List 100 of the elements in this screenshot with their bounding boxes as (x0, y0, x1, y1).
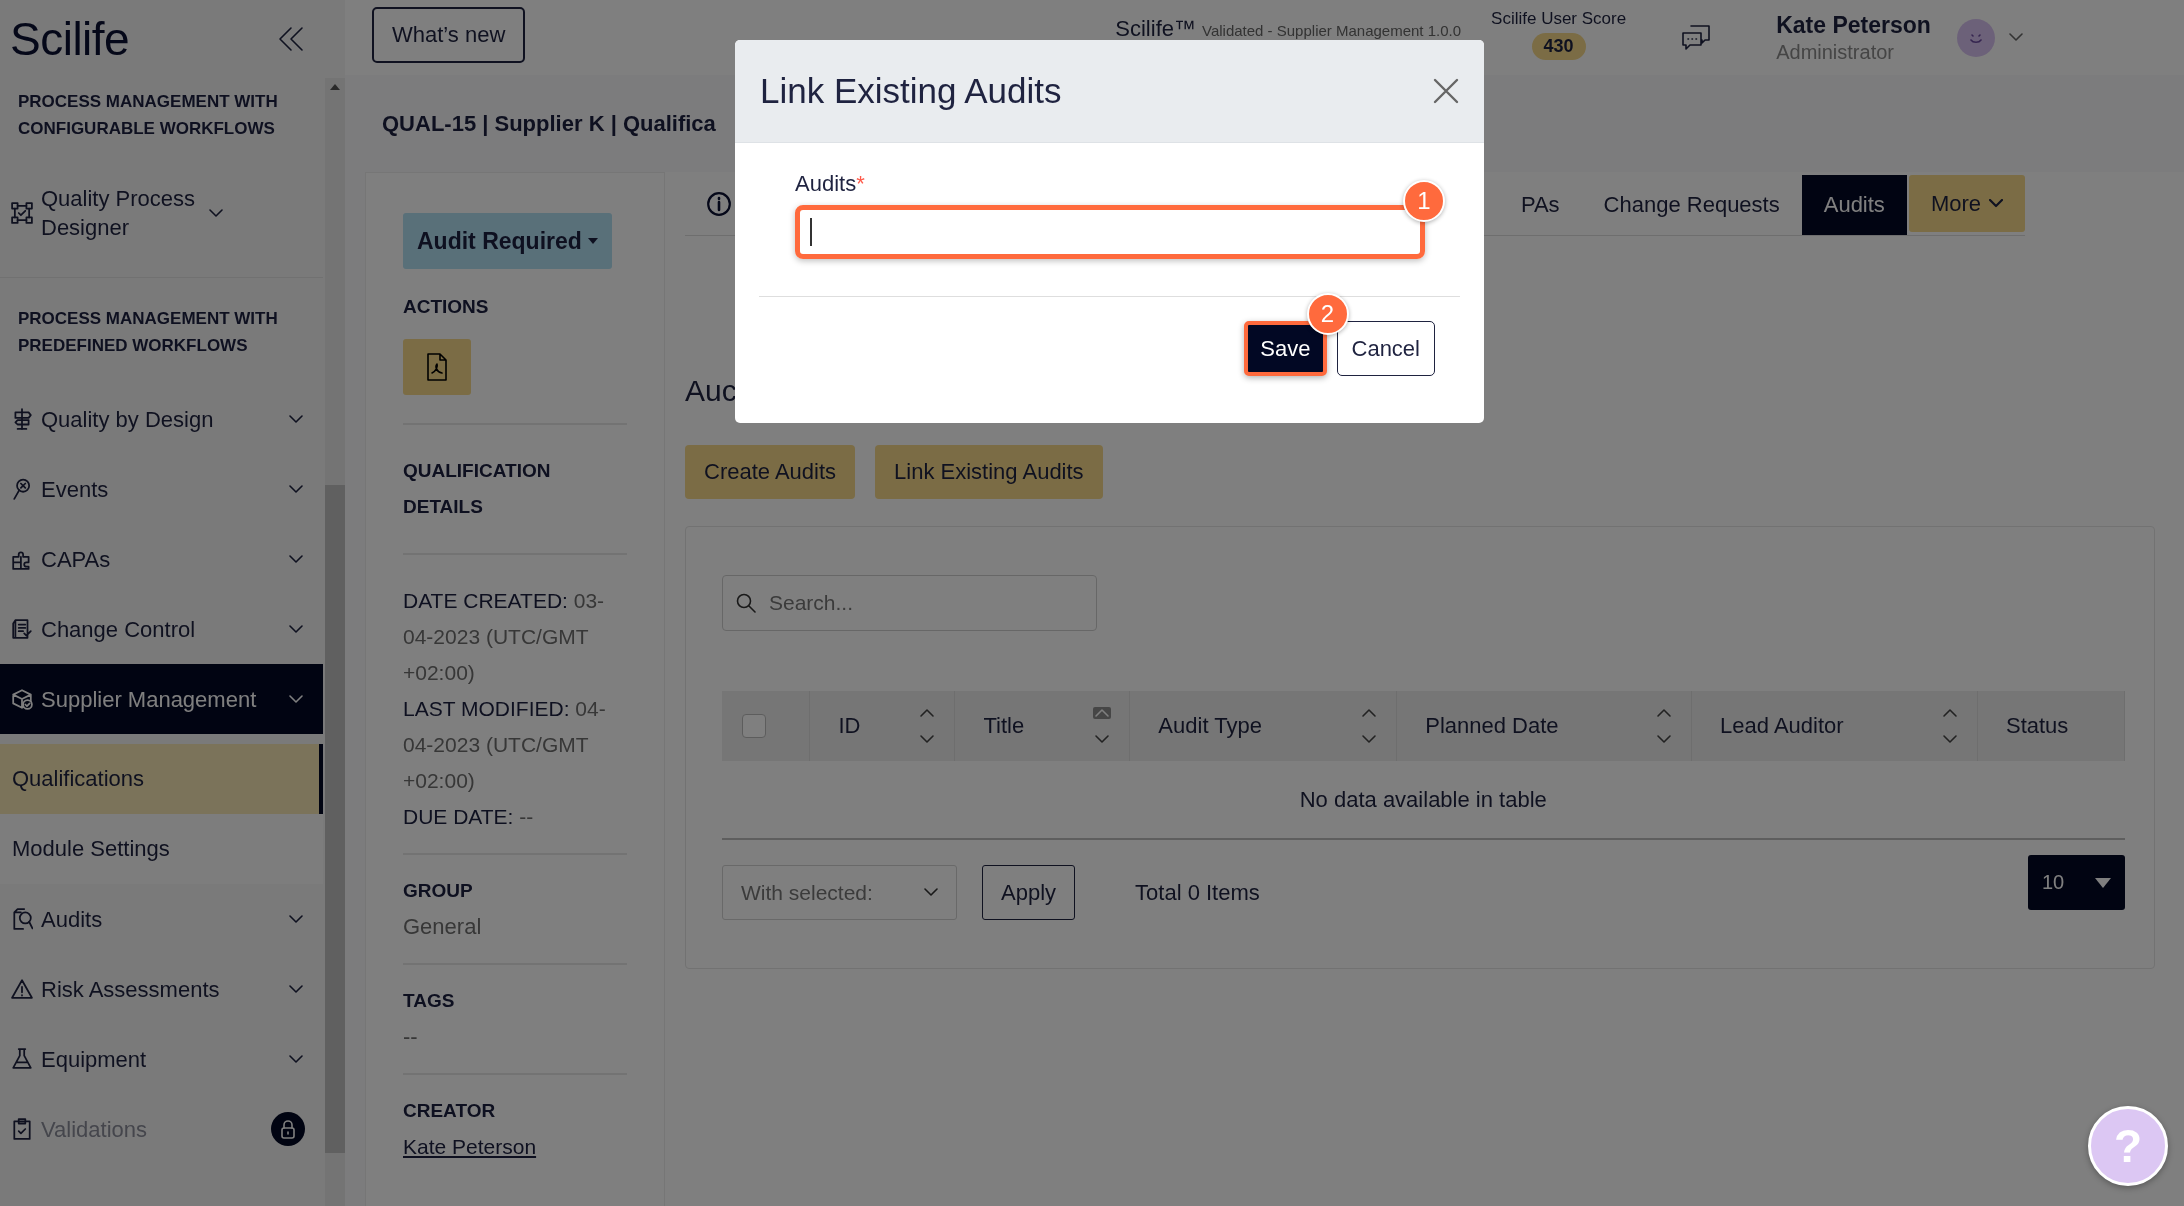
field-label: GROUP (403, 879, 474, 903)
field-label: TAGS (403, 989, 456, 1013)
user-role: Administrator (1776, 40, 1895, 64)
sort-control[interactable] (1360, 707, 1379, 745)
chevron-down-icon (289, 484, 303, 494)
field-value: -- (403, 1023, 419, 1051)
sort-up-icon (1655, 707, 1674, 719)
field-label: CREATOR (403, 1099, 497, 1123)
detail-field: DATE CREATED: 03-04-2023 (UTC/GMT +02:00) (403, 583, 627, 691)
chevron-down-icon (289, 984, 303, 994)
document-icon (11, 618, 33, 640)
scroll-up-icon (330, 84, 340, 90)
sort-up-icon (1360, 707, 1379, 719)
select-all-checkbox[interactable] (742, 714, 766, 738)
chat-icon (1681, 23, 1712, 52)
creator-link[interactable]: Kate Peterson (403, 1135, 537, 1158)
bulk-action-dropdown[interactable]: With selected: (722, 865, 957, 920)
sidebar-item[interactable]: Equipment (0, 1024, 323, 1094)
step-marker: 1 (1403, 180, 1445, 222)
sidebar-item[interactable]: CAPAs (0, 524, 323, 594)
step-marker: 2 (1306, 293, 1349, 335)
sidebar-item[interactable]: Risk Assessments (0, 954, 323, 1024)
section-heading: PROCESS MANAGEMENT WITH CONFIGURABLE WORKFLOWS (17, 91, 279, 140)
sort-up-icon (1940, 707, 1959, 719)
sidebar-item[interactable]: Quality by Design (0, 384, 323, 454)
column-header: Lead Auditor (1720, 713, 1844, 739)
product-name: Scilife™ (1115, 16, 1196, 42)
column-header: Status (2005, 713, 2069, 739)
sidebar-item[interactable]: Supplier Management (0, 664, 323, 734)
score-label: Scilife User Score (1491, 9, 1627, 29)
save-button[interactable]: Save (1244, 321, 1327, 376)
score-badge: 430 (1531, 33, 1586, 60)
section-heading: ACTIONS (403, 295, 490, 319)
info-icon (707, 191, 731, 216)
section-heading: Auc (685, 373, 737, 409)
flask-icon (11, 1048, 33, 1070)
status-dropdown[interactable]: Audit Required (403, 213, 612, 269)
apply-button[interactable]: Apply (982, 865, 1076, 920)
sort-control[interactable] (1093, 707, 1112, 745)
chevron-down-icon (289, 624, 303, 634)
sidebar-item[interactable]: Quality Process Designer (0, 163, 323, 263)
action-button[interactable]: Create Audits (685, 445, 856, 499)
column-header: ID (838, 713, 861, 739)
whats-new-button[interactable]: What’s new (372, 6, 526, 63)
sort-control[interactable] (1655, 707, 1674, 745)
tab[interactable]: Audits (1801, 175, 1907, 235)
close-icon (1433, 78, 1459, 104)
text-cursor (810, 218, 812, 246)
more-dropdown[interactable]: More (1908, 175, 2025, 232)
caret-down-icon (587, 238, 598, 244)
field-label: Audits* (795, 170, 866, 198)
sort-down-icon (1360, 733, 1379, 745)
pdf-export-button[interactable] (403, 339, 471, 395)
sort-down-icon (1655, 733, 1674, 745)
chevron-down-icon (209, 208, 223, 218)
column-header: Title (983, 713, 1025, 739)
chevron-down-icon (289, 694, 303, 704)
detail-field: LAST MODIFIED: 04-04-2023 (UTC/GMT +02:00) (403, 691, 627, 799)
chevron-down-icon (289, 1054, 303, 1064)
sort-up-icon (1093, 707, 1112, 719)
package-icon (11, 688, 33, 710)
user-avatar[interactable] (1956, 18, 1995, 57)
section-heading: PROCESS MANAGEMENT WITH PREDEFINED WORKFLOWS (0, 277, 323, 384)
tab[interactable]: Change Requests (1581, 175, 1802, 235)
close-button[interactable] (1433, 78, 1459, 104)
sort-control[interactable] (1940, 707, 1959, 745)
pin-icon (11, 478, 33, 500)
scrollbar-thumb[interactable] (325, 485, 345, 1153)
sidebar-item[interactable]: Audits (0, 884, 323, 954)
chevron-down-icon (289, 554, 303, 564)
cancel-button[interactable]: Cancel (1336, 321, 1435, 376)
lock-icon (280, 1119, 296, 1139)
column-header: Planned Date (1425, 713, 1559, 739)
sort-up-icon (918, 707, 937, 719)
sidebar-item[interactable]: Change Control (0, 594, 323, 664)
sidebar-subitem[interactable]: Qualifications (0, 744, 323, 814)
collapse-sidebar-icon (277, 26, 305, 52)
clipboard-icon (11, 1118, 33, 1140)
record-title: QUAL-15 | Supplier K | Qualifica (382, 110, 716, 137)
app-logo: Scilife (10, 12, 130, 66)
warning-icon (11, 978, 33, 1000)
sidebar-subitem[interactable]: Module Settings (0, 814, 323, 884)
chevron-down-icon (924, 888, 938, 897)
modal-title: Link Existing Audits (760, 71, 1062, 111)
tab[interactable]: PAs (1498, 175, 1582, 235)
section-heading: QUALIFICATION DETAILS (403, 459, 552, 519)
sort-control[interactable] (918, 707, 937, 745)
sidebar-item[interactable]: Events (0, 454, 323, 524)
column-header: Audit Type (1158, 713, 1262, 739)
action-button[interactable]: Link Existing Audits (875, 445, 1103, 499)
sort-down-icon (1093, 733, 1112, 745)
product-version: Validated - Supplier Management 1.0.0 (1202, 22, 1462, 39)
field-value: General (403, 913, 483, 941)
search-field[interactable]: Search... (722, 575, 1097, 631)
chevron-down-icon (2008, 33, 2023, 42)
search-icon (736, 593, 756, 613)
page-size-dropdown[interactable]: 10 (2028, 855, 2125, 910)
sort-down-icon (1940, 733, 1959, 745)
detail-field: DUE DATE: -- (403, 799, 627, 835)
chevron-down-icon (289, 914, 303, 924)
